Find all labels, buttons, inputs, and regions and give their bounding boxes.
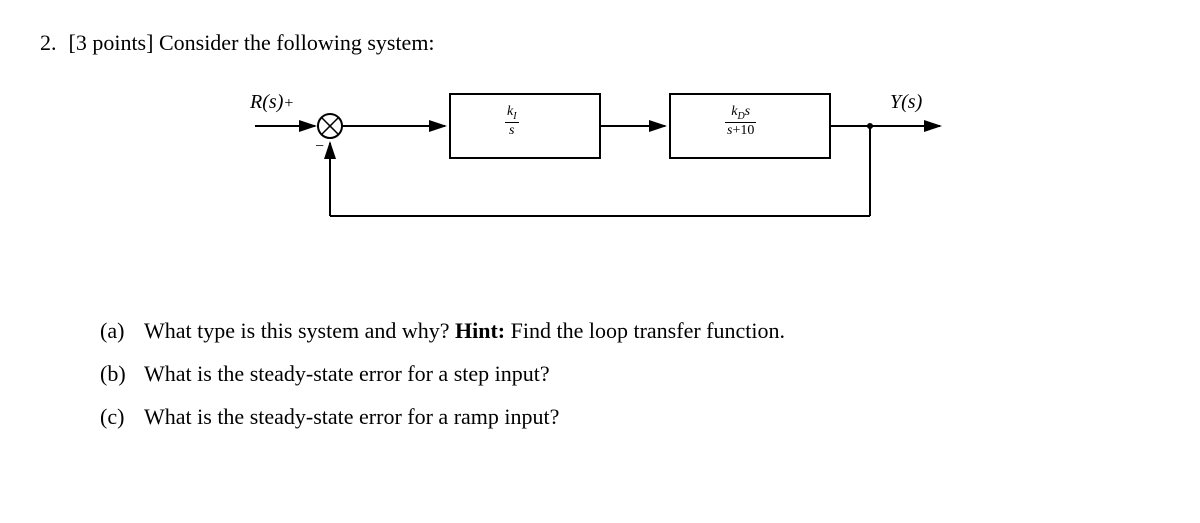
- output-signal-label: Y(s): [890, 91, 950, 114]
- subpart-c-text: What is the steady-state error for a ram…: [144, 402, 559, 433]
- control-system-diagram: R(s)+ − kI s k: [250, 86, 950, 266]
- subpart-a-body: What type is this system and why? Hint: …: [144, 316, 785, 347]
- summing-minus-label: −: [315, 138, 324, 155]
- subpart-b-label: (b): [100, 359, 130, 390]
- subpart-a-label: (a): [100, 316, 130, 347]
- block2-transfer-function: kDs s+10: [725, 104, 756, 139]
- problem-number: 2.: [40, 30, 57, 56]
- subpart-c: (c) What is the steady-state error for a…: [100, 402, 1160, 433]
- subpart-c-label: (c): [100, 402, 130, 433]
- subpart-b-text: What is the steady-state error for a ste…: [144, 359, 550, 390]
- hint-label: Hint:: [455, 318, 505, 343]
- block1-transfer-function: kI s: [505, 104, 519, 139]
- hint-text: Find the loop transfer function.: [511, 318, 785, 343]
- subpart-a: (a) What type is this system and why? Hi…: [100, 316, 1160, 347]
- block-diagram: R(s)+ − kI s k: [40, 86, 1160, 266]
- subpart-a-text: What type is this system and why?: [144, 318, 455, 343]
- subpart-b: (b) What is the steady-state error for a…: [100, 359, 1160, 390]
- problem-points: [3 points]: [69, 30, 154, 55]
- problem-prompt: Consider the following system:: [159, 30, 435, 55]
- problem-header: 2. [3 points] Consider the following sys…: [40, 30, 1160, 56]
- input-signal-label: R(s)+: [250, 91, 310, 114]
- subparts-list: (a) What type is this system and why? Hi…: [100, 316, 1160, 432]
